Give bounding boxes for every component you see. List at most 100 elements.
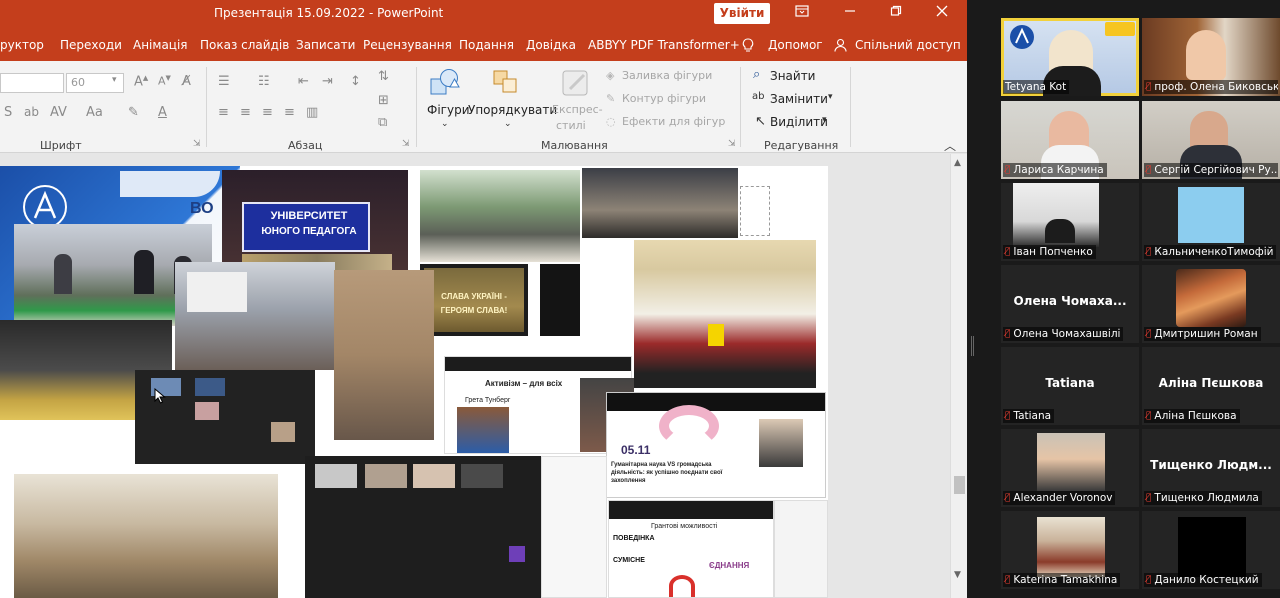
participant-tile[interactable]: 🎙̸ Katerina Tamakhina	[1001, 511, 1139, 589]
participant-tile[interactable]: 🎙̸ Дмитришин Роман	[1142, 265, 1280, 343]
participant-tile[interactable]: 🎙̸ Сергій Сергійович Ру...	[1142, 101, 1280, 179]
chevron-down-icon[interactable]: ▾	[828, 92, 833, 102]
decrease-indent-icon[interactable]: ⇤	[298, 74, 309, 89]
paint-bucket-icon[interactable]: ◈	[606, 69, 614, 82]
columns-icon[interactable]: ▥	[306, 105, 318, 120]
participant-name: 🎙̸ Сергій Сергійович Ру...	[1144, 163, 1278, 177]
search-icon[interactable]: ⌕	[753, 67, 760, 82]
grow-font-icon[interactable]: A▲	[134, 74, 148, 89]
collapse-ribbon-icon[interactable]: ︿	[944, 137, 956, 154]
tab-abbyy[interactable]: ABBYY PDF Transformer+	[588, 38, 740, 52]
card-title: Гуманітарна наука VS громадська діяльніс…	[611, 462, 723, 484]
muted-mic-icon: 🎙̸	[1005, 247, 1011, 257]
highlight-icon[interactable]: ✎	[128, 105, 139, 120]
replace-icon[interactable]: ab	[752, 91, 764, 102]
participant-tile[interactable]: 🎙̸ Іван Попченко	[1001, 183, 1139, 261]
shape-fill-button[interactable]: Заливка фігури	[622, 69, 712, 82]
increase-indent-icon[interactable]: ⇥	[322, 74, 333, 89]
video-gallery-panel: Tetyana Kot 🎙̸ проф. Олена Биковська 🎙̸ Ла…	[967, 0, 1280, 598]
chevron-down-icon[interactable]: ⌄	[441, 119, 449, 129]
chevron-down-icon[interactable]: ▾	[822, 115, 827, 125]
numbering-icon[interactable]: ☷	[258, 74, 270, 89]
tab-help[interactable]: Довідка	[526, 38, 576, 52]
shape-outline-button[interactable]: Контур фігури	[622, 92, 706, 105]
text-direction-icon[interactable]: ⇅	[378, 69, 389, 84]
lightbulb-icon[interactable]	[742, 38, 754, 55]
ribbon-display-icon[interactable]	[790, 3, 814, 25]
sign-in-button[interactable]: Увійти	[714, 3, 770, 24]
participant-tile[interactable]: 🎙̸ Лариса Карчина	[1001, 101, 1139, 179]
slide[interactable]: ВО УНІВЕРСИТЕТ ЮНОГО ПЕДАГОГА СЛАВА УКРА…	[0, 166, 828, 598]
greta-caption: Грета Тунберг	[465, 397, 511, 404]
scroll-up-icon[interactable]: ▲	[954, 158, 961, 168]
replace-button[interactable]: Замінити	[770, 92, 828, 106]
participant-tile[interactable]: 🎙̸ Данило Костецкий	[1142, 511, 1280, 589]
font-name-field[interactable]	[0, 73, 64, 93]
find-button[interactable]: Знайти	[770, 69, 815, 83]
minimize-icon[interactable]	[838, 3, 862, 25]
participant-tile[interactable]: Tatiana 🎙̸ Tatiana	[1001, 347, 1139, 425]
quick-styles-label-1[interactable]: Експрес-	[552, 103, 603, 116]
bullets-icon[interactable]: ☰	[218, 74, 230, 89]
tell-me-field[interactable]: Допомог	[768, 38, 823, 52]
dialog-launcher-icon[interactable]: ⇲	[193, 139, 201, 149]
person-icon[interactable]	[834, 38, 847, 55]
tab-transitions[interactable]: Переходи	[60, 38, 122, 52]
letter-spacing-icon[interactable]: AV	[50, 105, 67, 120]
shrink-font-icon[interactable]: A▼	[158, 74, 171, 88]
behavior-text: ПОВЕДІНКА	[613, 535, 655, 542]
close-icon[interactable]	[930, 3, 954, 25]
align-left-icon[interactable]: ≡	[218, 105, 229, 120]
font-color-icon[interactable]: A	[158, 105, 167, 120]
tab-design[interactable]: руктор	[0, 38, 44, 52]
smartart-icon[interactable]: ⧉	[378, 115, 387, 130]
char-spacing-icon[interactable]: ab	[24, 105, 39, 119]
align-center-icon[interactable]: ≡	[240, 105, 251, 120]
change-case-icon[interactable]: Aa	[86, 105, 103, 120]
tab-slideshow[interactable]: Показ слайдів	[200, 38, 289, 52]
tab-view[interactable]: Подання	[459, 38, 514, 52]
participant-tile[interactable]: 🎙̸ КальниченкоТимофій	[1142, 183, 1280, 261]
banner-wave	[120, 171, 220, 197]
dialog-launcher-icon[interactable]: ⇲	[402, 139, 410, 149]
participant-tile[interactable]: Аліна Пєшкова 🎙̸ Аліна Пєшкова	[1142, 347, 1280, 425]
vertical-scrollbar[interactable]: ▲ ▼	[950, 154, 967, 598]
quick-styles-label-2[interactable]: стилі	[556, 119, 586, 132]
arrange-icon[interactable]	[490, 67, 524, 99]
effects-icon[interactable]: ◌	[606, 115, 616, 128]
card-date: 05.11	[621, 443, 651, 457]
shapes-icon[interactable]	[428, 67, 462, 99]
participant-tile[interactable]: 🎙̸ Alexander Voronov	[1001, 429, 1139, 507]
dialog-launcher-icon[interactable]: ⇲	[728, 139, 736, 149]
tab-review[interactable]: Рецензування	[363, 38, 452, 52]
panel-resize-handle[interactable]	[971, 336, 974, 356]
tab-animations[interactable]: Анімація	[133, 38, 188, 52]
select-button[interactable]: Виділити	[770, 115, 828, 129]
scroll-down-icon[interactable]: ▼	[954, 570, 961, 580]
shape-effects-button[interactable]: Ефекти для фігур	[622, 115, 725, 128]
align-text-icon[interactable]: ⊞	[378, 93, 389, 108]
text-shadow-icon[interactable]: S	[4, 105, 12, 120]
clear-format-icon[interactable]: A̸	[182, 74, 191, 89]
maximize-icon[interactable]	[884, 3, 908, 25]
cursor-select-icon[interactable]: ↖	[755, 114, 766, 129]
scrollbar-thumb[interactable]	[954, 476, 965, 494]
arrange-label[interactable]: Упорядкувати	[468, 103, 557, 117]
quick-styles-icon[interactable]	[560, 67, 594, 99]
shapes-label[interactable]: Фігури	[427, 103, 470, 117]
participant-tile[interactable]: 🎙̸ проф. Олена Биковська	[1142, 18, 1280, 96]
chevron-down-icon[interactable]: ⌄	[504, 119, 512, 129]
separator	[416, 67, 417, 147]
justify-icon[interactable]: ≡	[284, 105, 295, 120]
slide-editing-area: ВО УНІВЕРСИТЕТ ЮНОГО ПЕДАГОГА СЛАВА УКРА…	[0, 154, 950, 598]
align-right-icon[interactable]: ≡	[262, 105, 273, 120]
line-spacing-icon[interactable]: ↕	[350, 74, 361, 89]
chevron-down-icon[interactable]: ▾	[112, 75, 117, 85]
tab-record[interactable]: Записати	[296, 38, 355, 52]
participant-tile[interactable]: Олена Чомаха... 🎙̸ Олена Чомахашвілі	[1001, 265, 1139, 343]
participant-tile[interactable]: Тищенко Людм... 🎙̸ Тищенко Людмила	[1142, 429, 1280, 507]
participant-tile[interactable]: Tetyana Kot	[1001, 18, 1139, 96]
share-button[interactable]: Спільний доступ	[855, 38, 961, 52]
banner-text-1: УНІВЕРСИТЕТ	[270, 210, 348, 222]
pencil-icon[interactable]: ✎	[606, 92, 615, 105]
